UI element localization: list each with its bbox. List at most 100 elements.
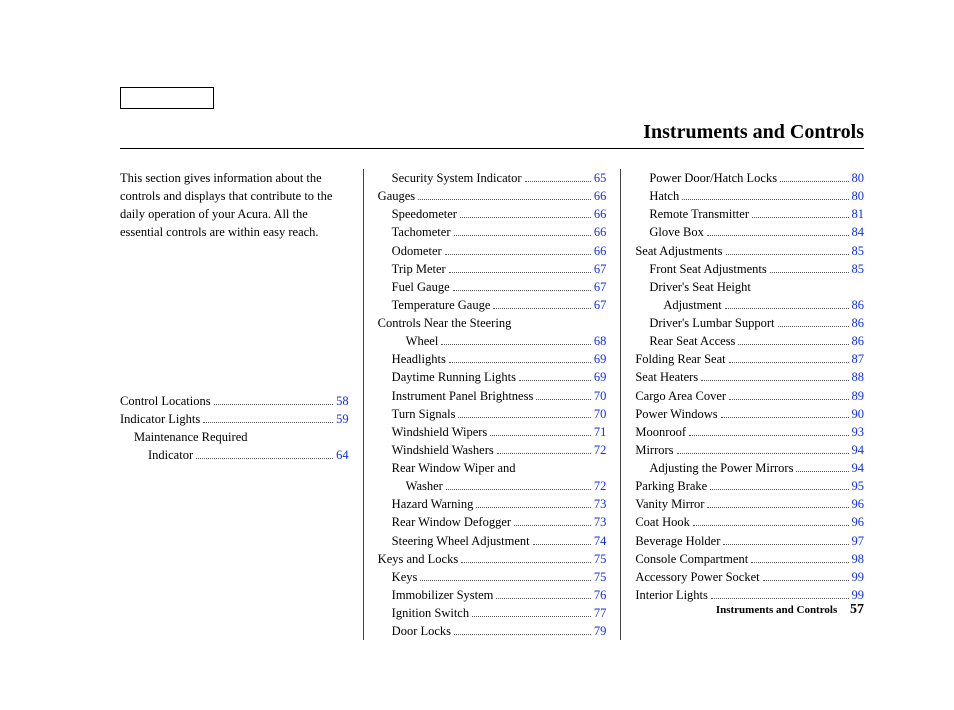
toc-entry-label: Indicator — [148, 446, 193, 464]
toc-page-link[interactable]: 80 — [852, 187, 865, 205]
toc-entry: Remote Transmitter81 — [635, 205, 864, 223]
toc-page-link[interactable]: 65 — [594, 169, 607, 187]
toc-page-link[interactable]: 72 — [594, 477, 607, 495]
toc-entry-label: Front Seat Adjustments — [649, 260, 766, 278]
toc-entry-label: Controls Near the Steering — [378, 314, 512, 332]
toc-page-link[interactable]: 70 — [594, 387, 607, 405]
toc-page-link[interactable]: 68 — [594, 332, 607, 350]
footer-section-label: Instruments and Controls — [716, 604, 837, 616]
toc-page-link[interactable]: 98 — [852, 550, 865, 568]
toc-page-link[interactable]: 67 — [594, 260, 607, 278]
toc-entry-label: Trip Meter — [392, 260, 446, 278]
toc-entry-label: Tachometer — [392, 223, 451, 241]
toc-page-link[interactable]: 71 — [594, 423, 607, 441]
toc-page-link[interactable]: 81 — [852, 205, 865, 223]
toc-leader-dots — [454, 235, 591, 236]
toc-page-link[interactable]: 75 — [594, 550, 607, 568]
toc-entry-label: Hatch — [649, 187, 679, 205]
toc-entry-label: Control Locations — [120, 392, 211, 410]
toc-page-link[interactable]: 86 — [852, 314, 865, 332]
toc-entry-label: Seat Adjustments — [635, 242, 722, 260]
toc-page-link[interactable]: 86 — [852, 332, 865, 350]
toc-leader-dots — [453, 290, 591, 291]
toc-page-link[interactable]: 64 — [336, 446, 349, 464]
toc-page-link[interactable]: 84 — [852, 223, 865, 241]
toc-page-link[interactable]: 70 — [594, 405, 607, 423]
toc-page-link[interactable]: 69 — [594, 350, 607, 368]
toc-entry: Glove Box84 — [635, 223, 864, 241]
toc-entry-label: Keys — [392, 568, 418, 586]
toc-page-link[interactable]: 66 — [594, 242, 607, 260]
toc-leader-dots — [196, 458, 333, 459]
toc-page-link[interactable]: 94 — [852, 441, 865, 459]
toc-entry: Coat Hook96 — [635, 513, 864, 531]
toc-page-link[interactable]: 66 — [594, 187, 607, 205]
toc-page-link[interactable]: 95 — [852, 477, 865, 495]
toc-page-link[interactable]: 97 — [852, 532, 865, 550]
toc-page-link[interactable]: 67 — [594, 296, 607, 314]
toc-entry-label: Interior Lights — [635, 586, 708, 604]
toc-entry: Parking Brake 95 — [635, 477, 864, 495]
toc-leader-dots — [514, 525, 591, 526]
toc-entry: Mirrors94 — [635, 441, 864, 459]
header-tab-box — [120, 87, 214, 109]
toc-entry: Maintenance Required — [120, 428, 349, 446]
toc-entry-label: Rear Window Defogger — [392, 513, 511, 531]
toc-page-link[interactable]: 86 — [852, 296, 865, 314]
toc-entry: Instrument Panel Brightness70 — [378, 387, 607, 405]
toc-entry: Cargo Area Cover89 — [635, 387, 864, 405]
toc-page-link[interactable]: 73 — [594, 495, 607, 513]
toc-entry: Gauges66 — [378, 187, 607, 205]
toc-entry: Moonroof93 — [635, 423, 864, 441]
toc-entry: Beverage Holder 97 — [635, 532, 864, 550]
toc-page-link[interactable]: 72 — [594, 441, 607, 459]
toc-page-link[interactable]: 85 — [852, 260, 865, 278]
toc-entry: Adjustment86 — [635, 296, 864, 314]
toc-page-link[interactable]: 77 — [594, 604, 607, 622]
toc-leader-dots — [446, 489, 591, 490]
toc-entry-label: Vanity Mirror — [635, 495, 704, 513]
toc-page-link[interactable]: 85 — [852, 242, 865, 260]
toc-page-link[interactable]: 66 — [594, 205, 607, 223]
toc-leader-dots — [707, 507, 848, 508]
toc-page-link[interactable]: 89 — [852, 387, 865, 405]
intro-paragraph: This section gives information about the… — [120, 169, 349, 242]
toc-page-link[interactable]: 58 — [336, 392, 349, 410]
toc-leader-dots — [796, 471, 848, 472]
toc-page-link[interactable]: 67 — [594, 278, 607, 296]
toc-page-link[interactable]: 69 — [594, 368, 607, 386]
toc-page-link[interactable]: 66 — [594, 223, 607, 241]
toc-entry-label: Beverage Holder — [635, 532, 720, 550]
toc-page-link[interactable]: 74 — [594, 532, 607, 550]
toc-page-link[interactable]: 79 — [594, 622, 607, 640]
toc-entry-label: Parking Brake — [635, 477, 707, 495]
toc-page-link[interactable]: 96 — [852, 513, 865, 531]
toc-entry: Turn Signals70 — [378, 405, 607, 423]
toc-page-link[interactable]: 87 — [852, 350, 865, 368]
toc-page-link[interactable]: 59 — [336, 410, 349, 428]
toc-leader-dots — [725, 308, 849, 309]
toc-page-link[interactable]: 80 — [852, 169, 865, 187]
toc-entry-label: Keys and Locks — [378, 550, 459, 568]
toc-page-link[interactable]: 94 — [852, 459, 865, 477]
toc-page-link[interactable]: 93 — [852, 423, 865, 441]
toc-entry-label: Ignition Switch — [392, 604, 469, 622]
toc-leader-dots — [677, 453, 849, 454]
toc-entry: Fuel Gauge67 — [378, 278, 607, 296]
toc-page-link[interactable]: 88 — [852, 368, 865, 386]
toc-page-link[interactable]: 75 — [594, 568, 607, 586]
toc-page-link[interactable]: 90 — [852, 405, 865, 423]
toc-entry: Seat Adjustments 85 — [635, 242, 864, 260]
toc-column-2: Security System Indicator65Gauges66Speed… — [363, 169, 621, 640]
toc-page-link[interactable]: 73 — [594, 513, 607, 531]
toc-page-link[interactable]: 99 — [852, 568, 865, 586]
toc-column-1: This section gives information about the… — [120, 169, 363, 640]
toc-entry-label: Adjusting the Power Mirrors — [649, 459, 793, 477]
title-row: Instruments and Controls — [120, 121, 864, 149]
toc-leader-dots — [472, 616, 591, 617]
toc-page-link[interactable]: 76 — [594, 586, 607, 604]
toc-entry-label: Power Door/Hatch Locks — [649, 169, 777, 187]
toc-entry: Odometer66 — [378, 242, 607, 260]
toc-entry-label: Maintenance Required — [134, 428, 248, 446]
toc-page-link[interactable]: 96 — [852, 495, 865, 513]
